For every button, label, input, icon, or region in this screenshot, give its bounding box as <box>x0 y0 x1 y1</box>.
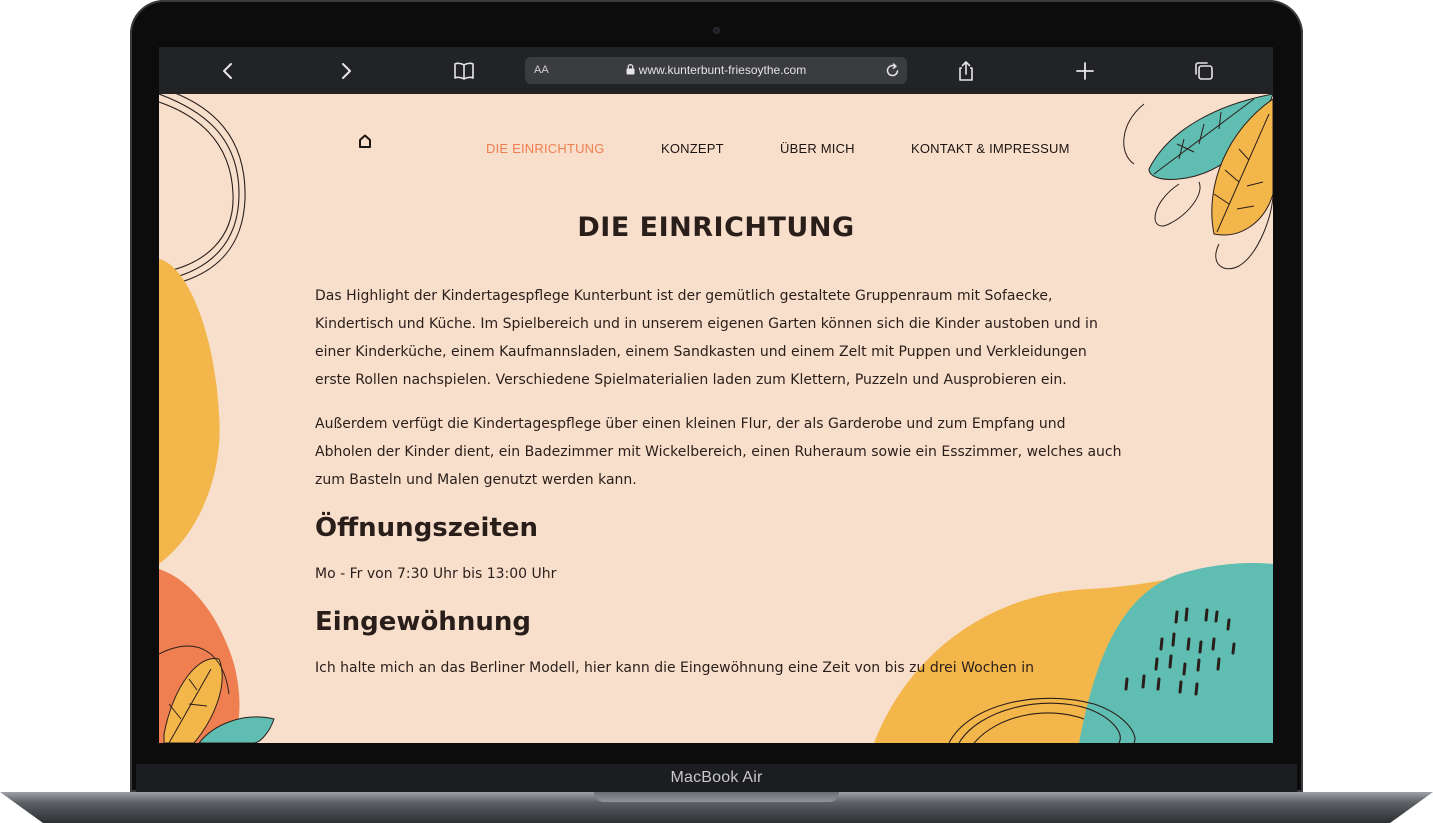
reload-icon[interactable] <box>884 62 901 79</box>
share-icon[interactable] <box>954 59 978 83</box>
main-content: Das Highlight der Kindertagespflege Kunt… <box>315 282 1125 698</box>
nav-item-die-einrichtung[interactable]: DIE EINRICHTUNG <box>486 141 605 156</box>
tabs-icon[interactable] <box>1192 59 1216 83</box>
url-display: www.kunterbunt-friesoythe.com <box>525 57 907 84</box>
settling-in-text: Ich halte mich an das Berliner Modell, h… <box>315 660 1034 676</box>
rooms-paragraph: Außerdem verfügt die Kindertagespflege ü… <box>315 416 1122 488</box>
mustard-blob-left <box>159 259 220 564</box>
address-bar[interactable]: AA www.kunterbunt-friesoythe.com <box>525 57 907 84</box>
nav-item-kontakt-impressum[interactable]: KONTAKT & IMPRESSUM <box>911 141 1070 156</box>
forward-icon[interactable] <box>334 59 358 83</box>
new-tab-icon[interactable] <box>1073 59 1097 83</box>
heading-opening-hours: Öffnungszeiten <box>315 513 539 543</box>
page-title: DIE EINRICHTUNG <box>577 212 855 243</box>
url-text: www.kunterbunt-friesoythe.com <box>638 63 807 77</box>
scribble-top-left <box>159 94 246 285</box>
opening-hours-text: Mo - Fr von 7:30 Uhr bis 13:00 Uhr <box>315 566 557 582</box>
heading-settling-in: Eingewöhnung <box>315 607 531 637</box>
browser-toolbar: AA www.kunterbunt-friesoythe.com <box>159 47 1273 94</box>
bookmarks-icon[interactable] <box>452 59 476 83</box>
camera <box>713 27 720 34</box>
web-page: DIE EINRICHTUNG KONZEPT ÜBER MICH KONTAK… <box>159 94 1273 743</box>
browser-screen: AA www.kunterbunt-friesoythe.com DIE EIN… <box>159 47 1273 743</box>
laptop-notch <box>594 792 839 802</box>
device-label: MacBook Air <box>670 769 763 786</box>
nav-item-konzept[interactable]: KONZEPT <box>661 141 724 156</box>
nav-item-ueber-mich[interactable]: ÜBER MICH <box>780 141 855 156</box>
intro-paragraph: Das Highlight der Kindertagespflege Kunt… <box>315 288 1098 388</box>
main-navigation: DIE EINRICHTUNG KONZEPT ÜBER MICH KONTAK… <box>159 141 1273 159</box>
back-icon[interactable] <box>216 59 240 83</box>
lock-icon <box>626 64 635 75</box>
